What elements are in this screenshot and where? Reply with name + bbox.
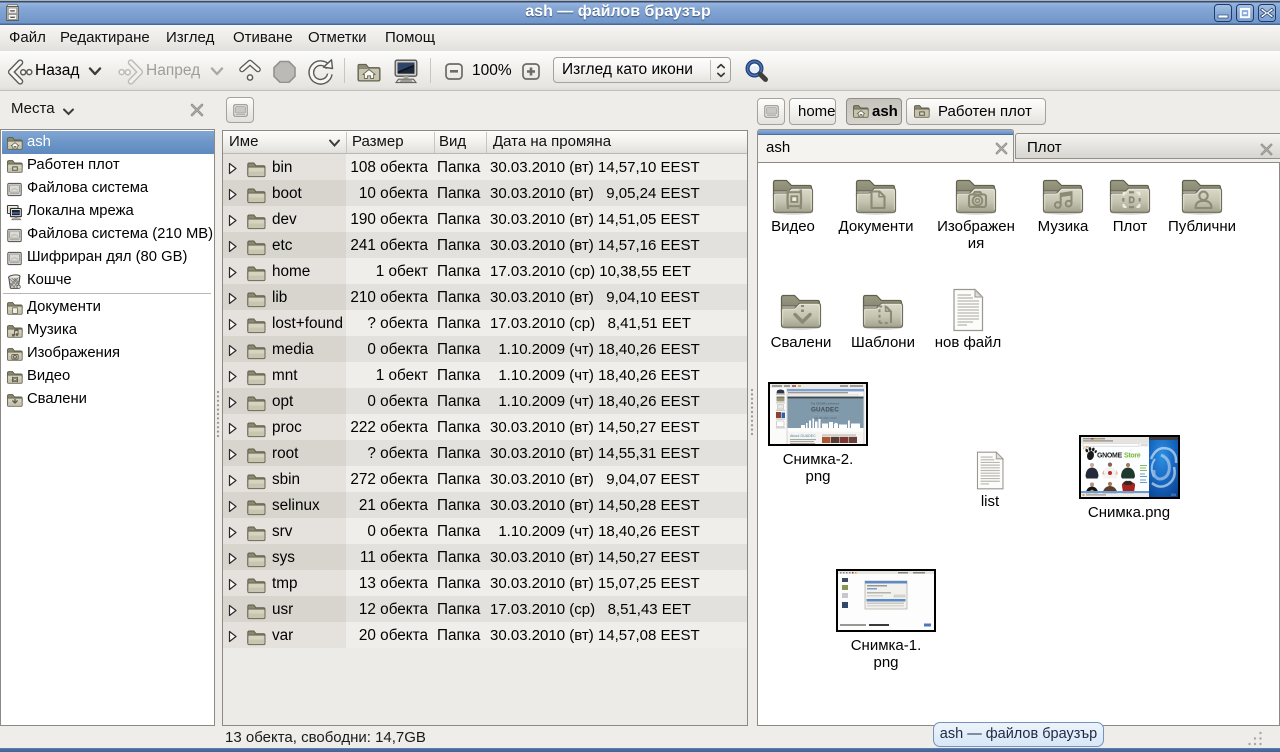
svg-text:Store: Store xyxy=(1124,453,1141,460)
svg-text:GNOME: GNOME xyxy=(1097,453,1123,460)
svg-text:About GUADEC: About GUADEC xyxy=(790,434,816,438)
svg-text:The GNOME conference: The GNOME conference xyxy=(811,402,840,406)
svg-text:July 24-30th, 2010: July 24-30th, 2010 xyxy=(813,416,836,420)
